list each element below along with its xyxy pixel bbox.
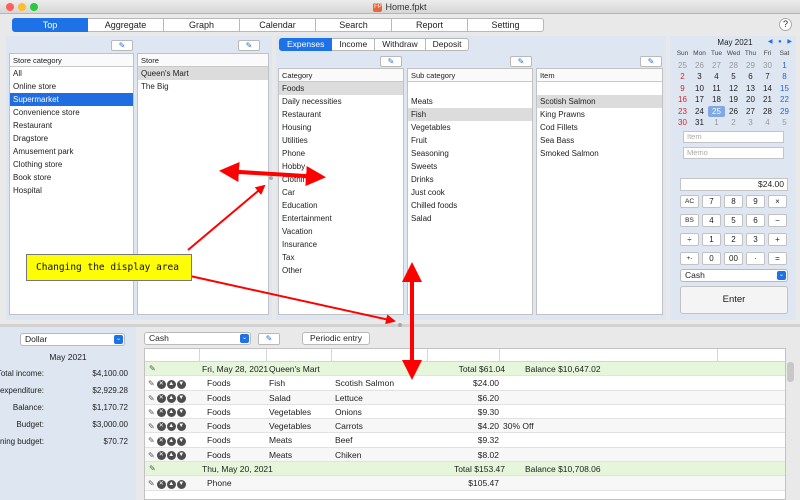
horizontal-resize-arrow [219, 161, 326, 187]
annotation-overlay [187, 161, 422, 380]
pointer-arrow-bottom [189, 275, 396, 325]
annotation-callout: Changing the display area [26, 254, 192, 281]
pointer-arrow-left [187, 184, 266, 251]
